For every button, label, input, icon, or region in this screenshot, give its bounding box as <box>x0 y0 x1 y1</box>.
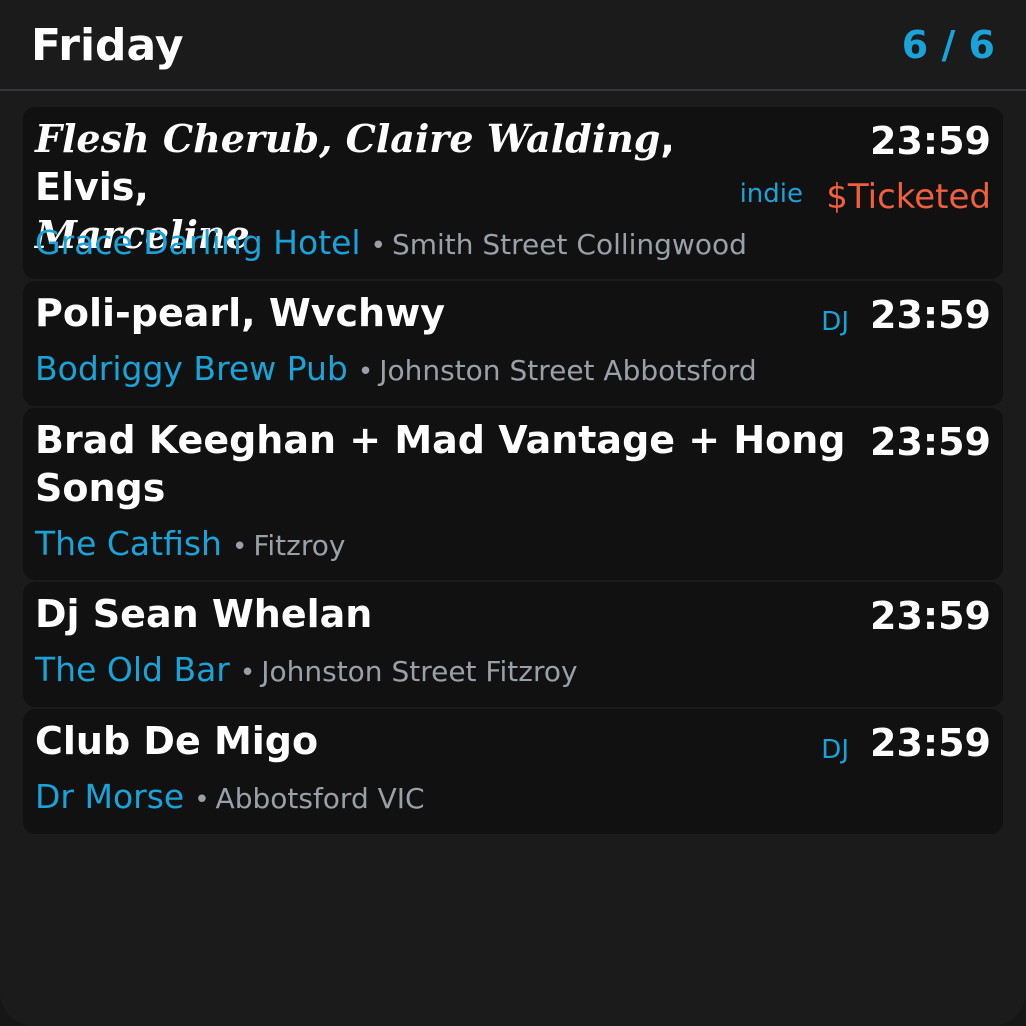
event-time: 23:59 <box>870 293 991 337</box>
venue-location: Johnston Street Fitzroy <box>261 655 578 688</box>
event-time: 23:59 <box>870 594 991 638</box>
venue-location: Johnston Street Abbotsford <box>379 354 757 387</box>
event-time: 23:59 <box>870 420 991 464</box>
venue-link[interactable]: The Catfish <box>35 524 222 563</box>
venue-link[interactable]: The Old Bar <box>35 650 230 689</box>
venue-link[interactable]: Bodriggy Brew Pub <box>35 349 348 388</box>
artist-name-styled: Flesh Cherub, Claire Walding <box>35 116 661 161</box>
venue-link[interactable]: Grace Darling Hotel <box>35 223 361 262</box>
venue-location: Smith Street Collingwood <box>391 228 747 261</box>
separator-dot: • <box>239 658 256 688</box>
event-time: 23:59 <box>870 119 991 163</box>
separator-dot: • <box>231 532 248 562</box>
event-genre-tag: DJ <box>821 307 849 337</box>
event-price: $Ticketed <box>826 177 991 217</box>
event-list: Flesh Cherub, Claire Walding, Elvis, Marc… <box>23 107 1003 836</box>
event-card[interactable]: Club De Migo DJ 23:59 Dr Morse • Abbotsfor… <box>23 709 1003 834</box>
event-time: 23:59 <box>870 721 991 765</box>
event-card[interactable]: Poli-pearl, Wvchwy DJ 23:59 Bodriggy Bre… <box>23 281 1003 406</box>
event-card[interactable]: Flesh Cherub, Claire Walding, Elvis, Marc… <box>23 107 1003 279</box>
separator-dot: • <box>370 231 386 261</box>
event-card[interactable]: Dj Sean Whelan 23:59 The Old Bar • Johnsto… <box>23 582 1003 707</box>
venue-location: Fitzroy <box>253 529 346 562</box>
event-venue-row: Grace Darling Hotel • Smith Street Colling… <box>35 223 747 269</box>
event-list-panel: Friday 6 / 6 Flesh Cherub, Claire Waldin… <box>0 0 1026 1026</box>
event-artists: Brad Keeghan + Mad Vantage + Hong Songs <box>35 418 846 510</box>
event-genre-tag: indie <box>739 179 803 209</box>
separator-dot: • <box>357 357 374 387</box>
venue-location: Abbotsford VIC <box>215 782 425 815</box>
event-venue-row: The Old Bar • Johnston Street Fitzroy <box>35 650 578 696</box>
separator-dot: • <box>194 785 210 815</box>
venue-link[interactable]: Dr Morse <box>35 777 184 816</box>
page-indicator: 6 / 6 <box>901 23 995 67</box>
event-artists: Dj Sean Whelan <box>35 592 373 636</box>
event-venue-row: The Catfish • Fitzroy <box>35 524 345 570</box>
day-title: Friday <box>31 20 184 71</box>
event-card[interactable]: Brad Keeghan + Mad Vantage + Hong Songs … <box>23 408 1003 580</box>
header: Friday 6 / 6 <box>0 0 1026 91</box>
event-venue-row: Dr Morse • Abbotsford VIC <box>35 777 425 823</box>
event-artists: Club De Migo <box>35 719 319 763</box>
event-artists: Poli-pearl, Wvchwy <box>35 291 445 335</box>
event-genre-tag: DJ <box>821 735 849 765</box>
event-venue-row: Bodriggy Brew Pub • Johnston Street Abbots… <box>35 349 757 395</box>
